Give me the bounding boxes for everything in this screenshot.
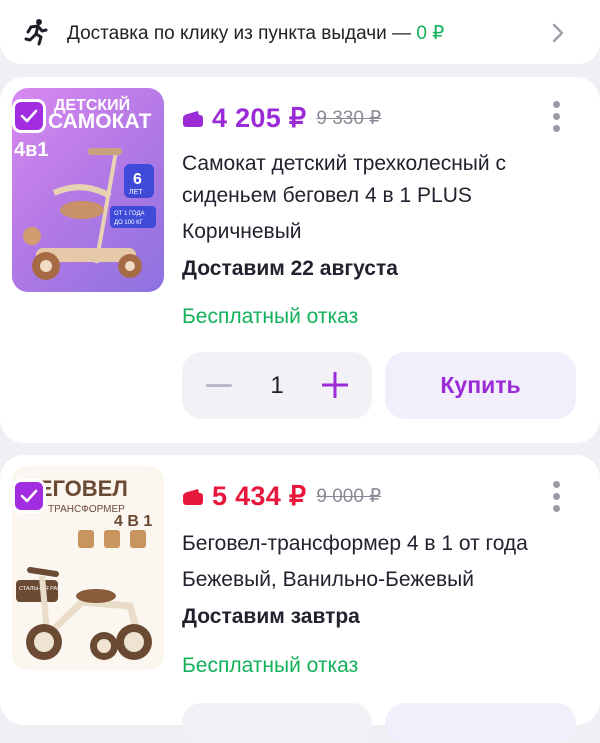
- delivery-date: Доставим завтра: [182, 605, 360, 628]
- image-text: 6: [133, 171, 142, 188]
- more-options-icon[interactable]: [550, 101, 562, 135]
- product-card: ДЕТСКИЙ САМОКАТ 4в1 6 ЛЕТ ОТ 1 ГОДА ДО 1…: [0, 77, 600, 443]
- quantity-value: 1: [270, 372, 284, 399]
- image-text: ЛЕТ: [129, 189, 143, 196]
- product-card: БЕГОВЕЛ ТРАНСФОРМЕР 4 В 1 СТАЛЬНАЯ РАМА …: [0, 455, 600, 743]
- increase-button[interactable]: [322, 372, 348, 398]
- image-text: 4 В 1: [114, 513, 152, 530]
- chevron-right-icon: [552, 23, 564, 43]
- banner-text: Доставка по клику из пункта выдачи — 0 ₽: [67, 22, 444, 45]
- checkmark-icon: [20, 109, 38, 123]
- decrease-button[interactable]: [206, 384, 232, 387]
- pickup-delivery-banner[interactable]: Доставка по клику из пункта выдачи — 0 ₽: [0, 0, 600, 64]
- old-price: 9 000 ₽: [316, 486, 382, 507]
- price-row: 5 434 ₽ 9 000 ₽: [182, 481, 381, 512]
- wallet-icon: [183, 110, 203, 127]
- wallet-icon: [183, 488, 203, 505]
- banner-price: 0 ₽: [416, 23, 445, 44]
- old-price: 9 330 ₽: [316, 108, 382, 129]
- checkmark-icon: [20, 489, 38, 503]
- product-variant: Бежевый, Ванильно-Бежевый: [182, 568, 475, 591]
- buy-button[interactable]: [385, 703, 576, 743]
- image-text: ДО 100 КГ: [114, 220, 144, 226]
- price-row: 4 205 ₽ 9 330 ₽: [182, 103, 381, 134]
- more-options-icon[interactable]: [550, 481, 562, 515]
- buy-button[interactable]: Купить: [385, 352, 576, 419]
- product-variant: Коричневый: [182, 220, 302, 243]
- current-price: 4 205 ₽: [212, 103, 307, 133]
- current-price: 5 434 ₽: [212, 481, 307, 511]
- select-checkbox[interactable]: [12, 99, 46, 133]
- delivery-date: Доставим 22 августа: [182, 257, 398, 280]
- running-person-icon: [24, 19, 48, 46]
- select-checkbox[interactable]: [12, 479, 46, 513]
- quantity-stepper: 1: [182, 352, 372, 419]
- free-refusal-label: Бесплатный отказ: [182, 654, 359, 677]
- banner-label: Доставка по клику из пункта выдачи —: [67, 23, 417, 44]
- image-text: 4в1: [14, 139, 49, 161]
- product-title[interactable]: Беговел-трансформер 4 в 1 от года: [182, 528, 572, 560]
- free-refusal-label: Бесплатный отказ: [182, 305, 359, 328]
- product-title[interactable]: Самокат детский трехколесный с сиденьем …: [182, 148, 572, 212]
- quantity-stepper[interactable]: [182, 703, 372, 743]
- image-text: ОТ 1 ГОДА: [114, 211, 145, 217]
- image-text: САМОКАТ: [48, 110, 152, 133]
